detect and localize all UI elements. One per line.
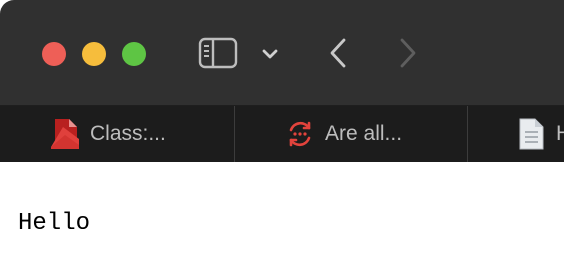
sidebar-menu-button[interactable] [256, 40, 284, 68]
tab-label: Are all... [325, 122, 403, 145]
page-content: Hello [0, 162, 564, 268]
forward-button[interactable] [392, 34, 424, 72]
refresh-cycle-icon [283, 117, 317, 151]
tab-label: H [556, 122, 564, 145]
page-text: Hello [18, 210, 91, 237]
chevron-down-icon [262, 49, 278, 59]
minimize-button[interactable] [82, 42, 106, 66]
browser-window: Class:... Are all... H Hello [0, 0, 564, 268]
sidebar-toggle-button[interactable] [196, 36, 240, 70]
tab-are-all[interactable]: Are all... [235, 106, 467, 162]
pdf-document-icon [48, 117, 82, 151]
title-bar [0, 0, 564, 106]
sidebar-icon [198, 37, 238, 69]
document-icon [514, 117, 548, 151]
tab-document[interactable]: H [468, 106, 564, 162]
close-button[interactable] [42, 42, 66, 66]
zoom-button[interactable] [122, 42, 146, 66]
tab-bar: Class:... Are all... H [0, 106, 564, 162]
forward-arrow-icon [400, 38, 416, 68]
back-button[interactable] [322, 34, 354, 72]
tab-class[interactable]: Class:... [0, 106, 234, 162]
back-arrow-icon [330, 38, 346, 68]
tab-label: Class:... [90, 122, 166, 145]
